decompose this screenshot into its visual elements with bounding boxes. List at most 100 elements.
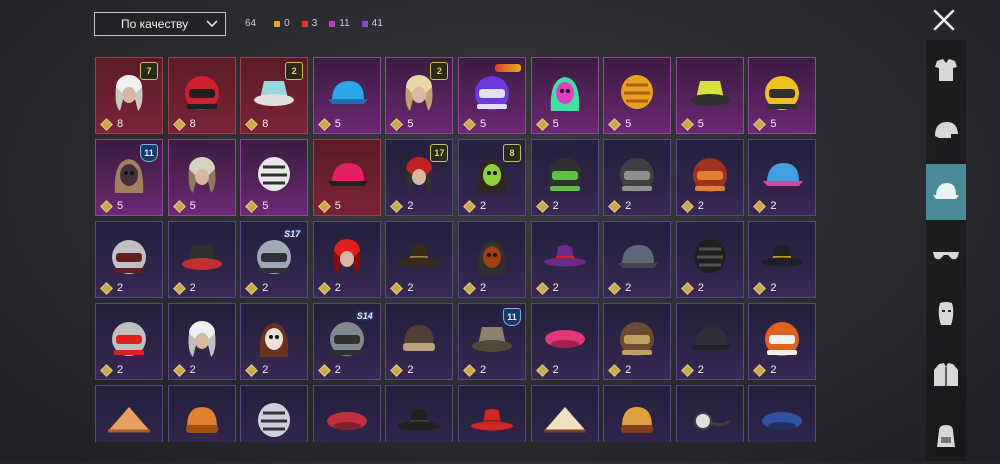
item-tile-pilot-cap[interactable]: 2 xyxy=(603,303,672,380)
total-count: 64 xyxy=(245,18,257,29)
item-tile-purple-top-hat[interactable]: 2 xyxy=(530,221,599,298)
item-tile-football-helmet[interactable]: 2 xyxy=(748,303,817,380)
item-tile-red-mohawk[interactable]: 2 xyxy=(312,221,381,298)
points-diamond-icon xyxy=(535,199,549,213)
ball-item-icon xyxy=(693,239,726,273)
points-diamond-icon xyxy=(680,117,694,131)
item-tile-goggles-cap[interactable]: 2 xyxy=(95,303,163,380)
close-button[interactable] xyxy=(930,6,958,34)
item-tile-grey-cap[interactable]: 2 xyxy=(603,221,672,298)
item-tile-yellow-bucket-hat[interactable]: 5 xyxy=(675,57,744,134)
sidebar-tab-clothing[interactable] xyxy=(926,42,966,98)
item-tile-neon-mask-hood[interactable]: 5 xyxy=(530,57,599,134)
item-value: 2 xyxy=(607,363,631,377)
cone-item-icon xyxy=(543,407,586,433)
points-diamond-icon xyxy=(535,363,549,377)
item-tile-horned-helmet[interactable]: 2 xyxy=(95,221,163,298)
item-tile-wrestler-mask[interactable] xyxy=(240,385,309,442)
item-value-number: 2 xyxy=(407,364,414,376)
item-value: 2 xyxy=(752,363,776,377)
item-value: 2 xyxy=(389,281,414,295)
item-tile-dreadlock-lion[interactable]: 5 xyxy=(167,139,236,216)
sidebar-tab-hat[interactable] xyxy=(926,164,966,220)
points-diamond-icon xyxy=(390,199,404,213)
item-tile-steampunk-hat[interactable]: 2 xyxy=(385,221,454,298)
item-tile-red-moto-helmet[interactable]: 8 xyxy=(167,57,236,134)
item-value-number: 8 xyxy=(262,118,269,130)
fedora-item-icon xyxy=(470,409,513,431)
item-tile-teal-bucket-hat[interactable]: 28 xyxy=(240,57,309,134)
level-badge: 11 xyxy=(502,308,521,326)
item-value-number: 2 xyxy=(189,364,196,376)
item-value-number: 2 xyxy=(625,282,632,294)
item-value: 2 xyxy=(317,281,341,295)
item-tile-black-fedora[interactable]: 2 xyxy=(748,221,817,298)
item-tile-black-cap[interactable]: 2 xyxy=(675,303,744,380)
category-sidebar xyxy=(926,40,966,461)
item-value: 2 xyxy=(752,281,776,295)
item-tile-gas-mask-helmet[interactable]: 2 xyxy=(530,139,599,216)
item-tile-white-turban[interactable]: 2 xyxy=(167,303,236,380)
points-diamond-icon xyxy=(100,363,113,377)
item-tile-gladiator-helmet[interactable]: S14 2 xyxy=(312,303,381,380)
item-tile-zebra-mask[interactable]: 5 xyxy=(240,139,309,216)
helmet-icon xyxy=(935,122,958,138)
item-value-number: 2 xyxy=(117,282,124,294)
item-tile-orange-beanie[interactable] xyxy=(167,385,236,442)
points-diamond-icon xyxy=(100,117,113,131)
item-tile-pink-bandana-cap[interactable]: 5 xyxy=(312,139,381,216)
ball-item-icon xyxy=(621,75,654,109)
item-value: 5 xyxy=(317,199,341,213)
item-value: 5 xyxy=(535,117,559,131)
item-tile-white-wig[interactable]: 78 xyxy=(95,57,163,134)
item-tile-black-ops-helmet[interactable]: 2 xyxy=(603,139,672,216)
outfit-icon xyxy=(935,59,957,81)
item-tile-camo-bucket[interactable]: 11 2 xyxy=(457,303,526,380)
item-tile-orange-creature-head[interactable]: 5 xyxy=(603,57,672,134)
wig-item-icon xyxy=(333,239,361,275)
item-value-number: 2 xyxy=(479,282,487,294)
item-value-number: 2 xyxy=(770,200,777,212)
helmet-item-icon xyxy=(474,76,509,110)
item-tile-blonde-pigtails[interactable]: 25 xyxy=(385,57,454,134)
item-tile-red-beret[interactable] xyxy=(312,385,381,442)
item-tile-yellow-helmet[interactable]: 5 xyxy=(748,57,817,134)
item-value-number: 2 xyxy=(479,364,487,376)
item-tile-knight-helmet[interactable]: S17 2 xyxy=(240,221,309,298)
item-tile-conical-hat[interactable] xyxy=(95,385,163,442)
item-tile-brown-beanie[interactable]: 2 xyxy=(385,303,454,380)
item-tile-clown-mask[interactable]: 2 xyxy=(240,303,309,380)
item-tile-black-gas-mask[interactable]: 2 xyxy=(675,221,744,298)
item-value-number: 5 xyxy=(334,200,341,212)
sidebar-tab-jacket[interactable] xyxy=(926,347,966,403)
item-tile-pink-beret[interactable]: 2 xyxy=(530,303,599,380)
item-tile-hooded-bucket[interactable]: 2 xyxy=(167,221,236,298)
sidebar-tab-glasses[interactable] xyxy=(926,225,966,281)
item-tile-colorful-cap[interactable]: 2 xyxy=(748,139,817,216)
item-tile-red-hair-hat[interactable]: 17 2 xyxy=(385,139,454,216)
sidebar-tab-backpack[interactable] xyxy=(926,408,966,464)
item-tile-dark-animal-mask[interactable]: 11 5 xyxy=(95,139,163,216)
points-diamond-icon xyxy=(753,281,767,295)
points-diamond-icon xyxy=(608,117,622,131)
sidebar-tab-helmet[interactable] xyxy=(926,103,966,159)
points-diamond-icon xyxy=(172,363,186,377)
backpack-icon xyxy=(937,425,955,447)
level-badge: 17 xyxy=(430,144,449,162)
item-tile-aviator-goggles-cap[interactable]: 2 xyxy=(675,139,744,216)
item-tile-burger-hat[interactable] xyxy=(603,385,672,442)
item-tile-purple-robot-helmet[interactable]: 5 xyxy=(457,57,526,134)
sort-dropdown[interactable]: По качеству xyxy=(94,12,226,36)
item-value: 8 xyxy=(99,117,123,131)
sidebar-tab-mask[interactable] xyxy=(926,286,966,342)
item-tile-black-top-hat[interactable] xyxy=(385,385,454,442)
item-tile-red-top-hat[interactable] xyxy=(457,385,526,442)
item-tile-navy-garrison-cap[interactable] xyxy=(748,385,817,442)
item-value: 2 xyxy=(680,363,704,377)
item-tile-green-skull-hood[interactable]: 82 xyxy=(457,139,526,216)
item-tile-doctor-mirror[interactable] xyxy=(675,385,744,442)
item-tile-cupcake-hat[interactable] xyxy=(530,385,599,442)
item-tile-blue-animal-cap[interactable]: 5 xyxy=(312,57,381,134)
points-diamond-icon xyxy=(753,117,767,131)
item-tile-cyber-mask[interactable]: 2 xyxy=(457,221,526,298)
